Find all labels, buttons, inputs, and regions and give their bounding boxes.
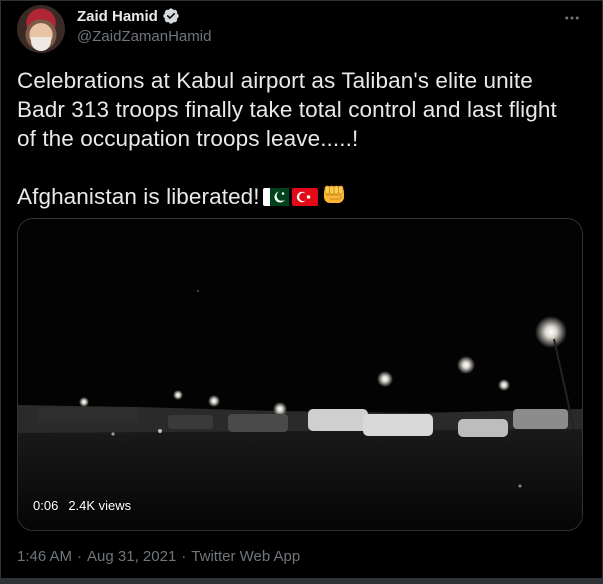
tweet-date[interactable]: Aug 31, 2021 [87, 548, 176, 565]
more-options-icon[interactable] [561, 7, 583, 29]
video-frame [18, 219, 582, 530]
tweet-header: Zaid Hamid @ZaidZamanHamid [17, 5, 587, 55]
user-handle[interactable]: @ZaidZamanHamid [77, 28, 211, 45]
tweet-text-line-4: Afghanistan is liberated! [17, 182, 587, 211]
pakistan-flag-icon [262, 188, 289, 206]
verified-badge-icon [163, 8, 179, 24]
tweet-text-line-3: of the occupation troops leave.....! [17, 126, 359, 151]
video-duration: 0:06 [33, 498, 59, 513]
turkey-flag-icon [291, 188, 318, 206]
liberated-text: Afghanistan is liberated! [17, 184, 260, 209]
bottom-divider [0, 578, 603, 584]
tweet-text-line-2: Badr 313 troops finally take total contr… [17, 97, 557, 122]
name-row: Zaid Hamid [77, 7, 180, 25]
tweet-source[interactable]: Twitter Web App [191, 548, 300, 565]
tweet-footer: 1:46 AM · Aug 31, 2021 · Twitter Web App [17, 548, 300, 565]
avatar-beard [31, 37, 51, 51]
video-views: 2.4K views [68, 498, 132, 513]
video-meta: 0:06 2.4K views [33, 498, 131, 513]
tweet-time[interactable]: 1:46 AM [17, 548, 72, 565]
tweet-text: Celebrations at Kabul airport as Taliban… [17, 66, 587, 211]
profile-avatar[interactable] [17, 5, 65, 53]
display-name[interactable]: Zaid Hamid [77, 8, 158, 25]
footer-separator-2: · [181, 548, 187, 565]
footer-separator-1: · [77, 548, 83, 565]
tweet-text-line-1: Celebrations at Kabul airport as Taliban… [17, 68, 533, 93]
ellipsis-icon [565, 16, 579, 20]
video-thumbnail[interactable] [17, 218, 583, 531]
raised-fist-icon [323, 185, 344, 203]
